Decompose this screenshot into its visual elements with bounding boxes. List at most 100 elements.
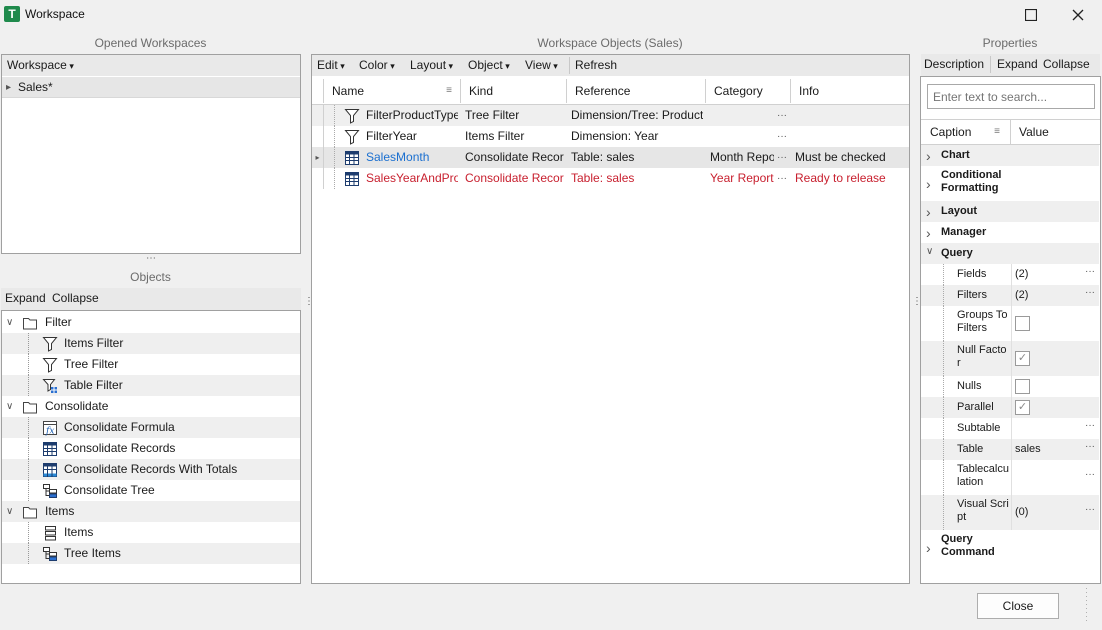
maximize-icon[interactable] bbox=[1017, 4, 1045, 26]
chevron-right-icon[interactable]: › bbox=[926, 204, 931, 220]
tree-item[interactable]: Tree Filter bbox=[2, 354, 300, 375]
tree-group[interactable]: ∨ Items bbox=[2, 501, 300, 522]
tree-group[interactable]: ∨ Consolidate bbox=[2, 396, 300, 417]
chevron-right-icon[interactable]: ▸ bbox=[6, 77, 11, 97]
property-checkbox[interactable] bbox=[1015, 378, 1030, 394]
cell-info: Ready to release bbox=[795, 171, 886, 185]
row-indicator[interactable] bbox=[312, 168, 324, 189]
color-menu[interactable]: Color bbox=[359, 58, 395, 72]
property-row[interactable]: Visual Script (0) ··· bbox=[921, 495, 1099, 530]
property-value[interactable]: (2) bbox=[1015, 289, 1028, 301]
property-row[interactable]: Parallel ✓ bbox=[921, 397, 1099, 418]
tree-connector bbox=[28, 522, 38, 543]
property-category[interactable]: ∨ Query bbox=[921, 243, 1099, 264]
workspace-menu[interactable]: Workspace bbox=[7, 58, 74, 72]
collapse-button[interactable]: Collapse bbox=[1043, 57, 1090, 71]
tree-item[interactable]: Table Filter bbox=[2, 375, 300, 396]
view-menu[interactable]: View bbox=[525, 58, 558, 72]
property-checkbox[interactable]: ✓ bbox=[1015, 350, 1030, 366]
tree-item[interactable]: Consolidate Records With Totals bbox=[2, 459, 300, 480]
tree-item[interactable]: Consolidate Tree bbox=[2, 480, 300, 501]
tree-item[interactable]: fx Consolidate Formula bbox=[2, 417, 300, 438]
ellipsis-icon[interactable]: ··· bbox=[777, 105, 787, 126]
property-category[interactable]: › Manager bbox=[921, 222, 1099, 243]
chevron-down-icon[interactable]: ∨ bbox=[926, 246, 933, 257]
property-row[interactable]: Filters (2) ··· bbox=[921, 285, 1099, 306]
expand-button[interactable]: Expand bbox=[997, 57, 1038, 71]
value-column-header[interactable]: Value bbox=[1011, 120, 1100, 144]
property-row[interactable]: Groups To Filters bbox=[921, 306, 1099, 341]
property-row[interactable]: Null Factor ✓ bbox=[921, 341, 1099, 376]
property-category[interactable]: › Chart bbox=[921, 145, 1099, 166]
description-button[interactable]: Description bbox=[924, 57, 984, 71]
property-row[interactable]: Fields (2) ··· bbox=[921, 264, 1099, 285]
tree-group[interactable]: ∨ Filter bbox=[2, 312, 300, 333]
chevron-down-icon[interactable]: ∨ bbox=[6, 501, 13, 522]
ellipsis-icon[interactable]: ··· bbox=[1085, 469, 1095, 480]
ellipsis-icon[interactable]: ··· bbox=[1085, 504, 1095, 515]
collapse-button[interactable]: Collapse bbox=[52, 291, 99, 305]
chevron-right-icon[interactable]: › bbox=[926, 176, 931, 192]
property-category[interactable]: › Conditional Formatting bbox=[921, 166, 1099, 201]
caption-column-header[interactable]: Caption ≡ bbox=[921, 120, 1011, 144]
property-value[interactable]: (0) bbox=[1015, 506, 1028, 518]
sort-icon[interactable]: ≡ bbox=[446, 79, 452, 103]
property-value[interactable]: sales bbox=[1015, 443, 1041, 455]
row-indicator[interactable]: ▸ bbox=[312, 147, 324, 168]
column-header-reference[interactable]: Reference bbox=[567, 79, 706, 103]
column-header-category[interactable]: Category bbox=[706, 79, 791, 103]
chevron-right-icon[interactable]: › bbox=[926, 540, 931, 556]
ellipsis-icon[interactable]: ··· bbox=[1085, 266, 1095, 277]
ellipsis-icon[interactable]: ··· bbox=[777, 168, 787, 189]
object-row[interactable]: FilterYear Items Filter Dimension: Year ··· bbox=[312, 126, 909, 147]
close-icon[interactable] bbox=[1064, 4, 1092, 26]
tree-connector bbox=[28, 417, 38, 438]
ellipsis-icon[interactable]: ··· bbox=[1085, 441, 1095, 452]
property-row[interactable]: Nulls bbox=[921, 376, 1099, 397]
property-search-input[interactable] bbox=[927, 84, 1095, 109]
layout-menu[interactable]: Layout bbox=[410, 58, 453, 72]
object-row[interactable]: FilterProductType Tree Filter Dimension/Tr… bbox=[312, 105, 909, 126]
property-row[interactable]: Subtable ··· bbox=[921, 418, 1099, 439]
property-category[interactable]: › Query Command bbox=[921, 530, 1099, 565]
column-header-name[interactable]: Name ≡ bbox=[324, 79, 461, 103]
tree-item-label: Tree Items bbox=[64, 546, 121, 560]
refresh-button[interactable]: Refresh bbox=[575, 58, 617, 72]
object-row[interactable]: ▸ SalesMonth Consolidate Records Table: sal… bbox=[312, 147, 909, 168]
column-header-kind[interactable]: Kind bbox=[461, 79, 567, 103]
resize-grip-icon[interactable] bbox=[1084, 586, 1098, 626]
chevron-right-icon[interactable]: › bbox=[926, 225, 931, 241]
row-indicator[interactable] bbox=[312, 105, 324, 126]
property-checkbox[interactable] bbox=[1015, 315, 1030, 331]
ellipsis-icon[interactable]: ··· bbox=[1085, 420, 1095, 431]
row-indicator[interactable] bbox=[312, 126, 324, 147]
tree-item[interactable]: Items bbox=[2, 522, 300, 543]
property-row[interactable]: Tablecalculation ··· bbox=[921, 460, 1099, 495]
ellipsis-icon[interactable]: ··· bbox=[777, 147, 787, 168]
cell-name: FilterProductType bbox=[366, 108, 458, 122]
close-button[interactable]: Close bbox=[977, 593, 1059, 619]
tree-item[interactable]: Consolidate Records bbox=[2, 438, 300, 459]
property-value[interactable]: (2) bbox=[1015, 268, 1028, 280]
ellipsis-icon[interactable]: ··· bbox=[1085, 287, 1095, 298]
svg-text:fx: fx bbox=[45, 427, 54, 437]
chevron-down-icon[interactable]: ∨ bbox=[6, 312, 13, 333]
column-header-info[interactable]: Info bbox=[791, 79, 909, 103]
workspace-item[interactable]: ▸ Sales* bbox=[2, 77, 300, 98]
property-row[interactable]: Table sales ··· bbox=[921, 439, 1099, 460]
splitter-grip-icon[interactable]: ⋯ bbox=[146, 253, 156, 264]
expand-button[interactable]: Expand bbox=[5, 291, 46, 305]
property-checkbox[interactable]: ✓ bbox=[1015, 399, 1030, 415]
ellipsis-icon[interactable]: ··· bbox=[777, 126, 787, 147]
tree-item[interactable]: Items Filter bbox=[2, 333, 300, 354]
chevron-down-icon[interactable]: ∨ bbox=[6, 396, 13, 417]
edit-menu[interactable]: Edit bbox=[317, 58, 345, 72]
chevron-right-icon[interactable]: › bbox=[926, 148, 931, 164]
sort-icon[interactable]: ≡ bbox=[994, 120, 1000, 144]
property-category[interactable]: › Layout bbox=[921, 201, 1099, 222]
properties-toolbar: Description Expand Collapse bbox=[921, 54, 1100, 76]
object-row[interactable]: SalesYearAndProd Consolidate Records Table… bbox=[312, 168, 909, 189]
object-menu[interactable]: Object bbox=[468, 58, 510, 72]
tree-item[interactable]: Tree Items bbox=[2, 543, 300, 564]
tree-connector bbox=[943, 306, 949, 341]
